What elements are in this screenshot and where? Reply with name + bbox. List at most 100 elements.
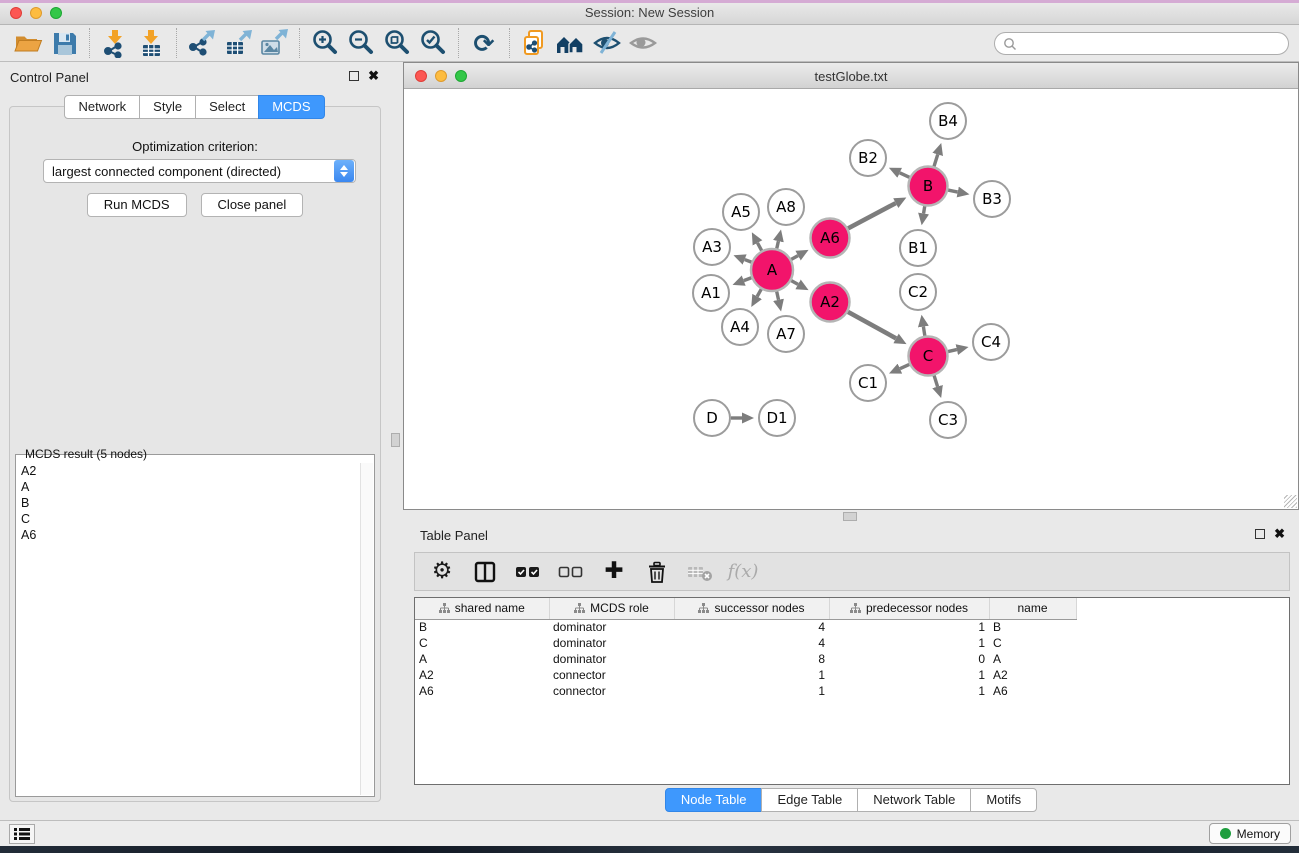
graph-node-A4[interactable]: A4 <box>722 309 758 345</box>
graph-node-B[interactable]: B <box>909 167 948 206</box>
graph-node-C[interactable]: C <box>909 337 948 376</box>
graph-edge-A-A2[interactable] <box>791 281 798 285</box>
zoom-out-icon[interactable] <box>343 27 379 59</box>
table-cell[interactable]: 8 <box>674 651 829 667</box>
graph-node-C2[interactable]: C2 <box>900 274 936 310</box>
column-header-shared-name[interactable]: shared name <box>415 598 549 619</box>
table-row[interactable]: Adominator80A <box>415 651 1289 667</box>
tab-mcds[interactable]: MCDS <box>258 95 324 119</box>
panel-divider-vertical[interactable] <box>389 62 403 820</box>
table-cell[interactable]: A6 <box>989 683 1076 699</box>
graph-node-A6[interactable]: A6 <box>811 219 850 258</box>
table-cell[interactable]: 1 <box>829 683 989 699</box>
zoom-selected-icon[interactable] <box>415 27 451 59</box>
table-cell[interactable]: connector <box>549 667 674 683</box>
graph-node-C4[interactable]: C4 <box>973 324 1009 360</box>
table-cell[interactable]: connector <box>549 683 674 699</box>
table-cell[interactable]: 4 <box>674 619 829 635</box>
table-row[interactable]: A2connector11A2 <box>415 667 1289 683</box>
open-file-icon[interactable] <box>10 27 46 59</box>
split-table-view-icon[interactable] <box>472 559 498 585</box>
tab-network[interactable]: Network <box>64 95 140 119</box>
graph-node-A5[interactable]: A5 <box>723 194 759 230</box>
graph-edge-B-B4[interactable] <box>934 154 938 166</box>
tab-network-table[interactable]: Network Table <box>857 788 971 812</box>
zoom-in-icon[interactable] <box>307 27 343 59</box>
panel-divider-horizontal[interactable] <box>403 510 1299 524</box>
tab-motifs[interactable]: Motifs <box>970 788 1037 812</box>
table-cell[interactable]: 1 <box>829 619 989 635</box>
task-history-button[interactable] <box>9 824 35 844</box>
graph-edge-C-C2[interactable] <box>923 327 924 336</box>
graph-node-A2[interactable]: A2 <box>811 283 850 322</box>
function-builder-icon[interactable]: f(x) <box>730 559 756 585</box>
graph-node-A3[interactable]: A3 <box>694 229 730 265</box>
graph-node-A8[interactable]: A8 <box>768 189 804 225</box>
search-input[interactable] <box>1021 37 1288 51</box>
save-session-icon[interactable] <box>46 27 82 59</box>
tab-style[interactable]: Style <box>139 95 196 119</box>
table-row[interactable]: Bdominator41B <box>415 619 1289 635</box>
memory-button[interactable]: Memory <box>1209 823 1291 844</box>
column-header-name[interactable]: name <box>989 598 1076 619</box>
table-cell[interactable]: dominator <box>549 619 674 635</box>
graph-edge-A-A8[interactable] <box>777 241 779 248</box>
graph-edge-B-B2[interactable] <box>900 173 910 178</box>
table-cell[interactable]: A2 <box>415 667 549 683</box>
table-cell[interactable]: A2 <box>989 667 1076 683</box>
graph-edge-C-C1[interactable] <box>900 364 909 368</box>
float-panel-icon[interactable] <box>1255 529 1265 539</box>
column-header-predecessor-nodes[interactable]: predecessor nodes <box>829 598 989 619</box>
table-cell[interactable]: A6 <box>415 683 549 699</box>
network-graph[interactable]: B4B2BB3A5A8A6B1A3AA1C2A2A4A7CC4C1C3DD1 <box>404 89 1298 509</box>
add-column-icon[interactable]: ✚ <box>601 559 627 585</box>
graph-edge-A2-C[interactable] <box>848 312 896 338</box>
duplicate-network-icon[interactable] <box>517 27 553 59</box>
window-resize-grip[interactable] <box>1284 495 1297 508</box>
graph-edge-A-A5[interactable] <box>757 243 761 251</box>
zoom-fit-icon[interactable] <box>379 27 415 59</box>
graph-edge-A-A4[interactable] <box>757 289 761 296</box>
search-field[interactable] <box>994 32 1289 55</box>
result-scrollbar[interactable] <box>360 463 373 795</box>
graph-node-B1[interactable]: B1 <box>900 230 936 266</box>
mcds-result-item[interactable]: B <box>18 495 358 511</box>
graph-edge-A-A7[interactable] <box>777 291 779 299</box>
float-panel-icon[interactable] <box>349 71 359 81</box>
run-mcds-button[interactable]: Run MCDS <box>87 193 187 217</box>
import-table-icon[interactable] <box>133 27 169 59</box>
table-cell[interactable]: B <box>415 619 549 635</box>
export-image-icon[interactable] <box>256 27 292 59</box>
show-panels-icon[interactable] <box>625 27 661 59</box>
graph-edge-A6-B[interactable] <box>848 203 896 228</box>
criterion-dropdown[interactable]: largest connected component (directed) <box>43 159 356 183</box>
graph-edge-C-C3[interactable] <box>934 376 937 387</box>
table-cell[interactable]: 1 <box>674 667 829 683</box>
tab-edge-table[interactable]: Edge Table <box>761 788 858 812</box>
network-canvas[interactable]: B4B2BB3A5A8A6B1A3AA1C2A2A4A7CC4C1C3DD1 <box>404 89 1298 509</box>
graph-edge-A-A6[interactable] <box>791 256 798 260</box>
export-table-icon[interactable] <box>220 27 256 59</box>
tab-select[interactable]: Select <box>195 95 259 119</box>
table-cell[interactable]: dominator <box>549 651 674 667</box>
table-cell[interactable]: A <box>415 651 549 667</box>
mcds-result-item[interactable]: A2 <box>18 463 358 479</box>
tab-node-table[interactable]: Node Table <box>665 788 763 812</box>
column-header-successor-nodes[interactable]: successor nodes <box>674 598 829 619</box>
graph-node-A1[interactable]: A1 <box>693 275 729 311</box>
table-cell[interactable]: C <box>415 635 549 651</box>
export-network-icon[interactable] <box>184 27 220 59</box>
graph-node-C3[interactable]: C3 <box>930 402 966 438</box>
deselect-all-icon[interactable] <box>558 559 584 585</box>
graph-edge-C-C4[interactable] <box>948 350 957 352</box>
graph-node-B2[interactable]: B2 <box>850 140 886 176</box>
show-all-networks-icon[interactable] <box>553 27 589 59</box>
table-cell[interactable]: 0 <box>829 651 989 667</box>
table-cell[interactable]: B <box>989 619 1076 635</box>
divider-grip-icon[interactable] <box>843 512 857 521</box>
close-panel-icon[interactable]: ✖ <box>368 71 379 81</box>
table-cell[interactable]: dominator <box>549 635 674 651</box>
import-network-icon[interactable] <box>97 27 133 59</box>
table-row[interactable]: Cdominator41C <box>415 635 1289 651</box>
graph-node-B4[interactable]: B4 <box>930 103 966 139</box>
